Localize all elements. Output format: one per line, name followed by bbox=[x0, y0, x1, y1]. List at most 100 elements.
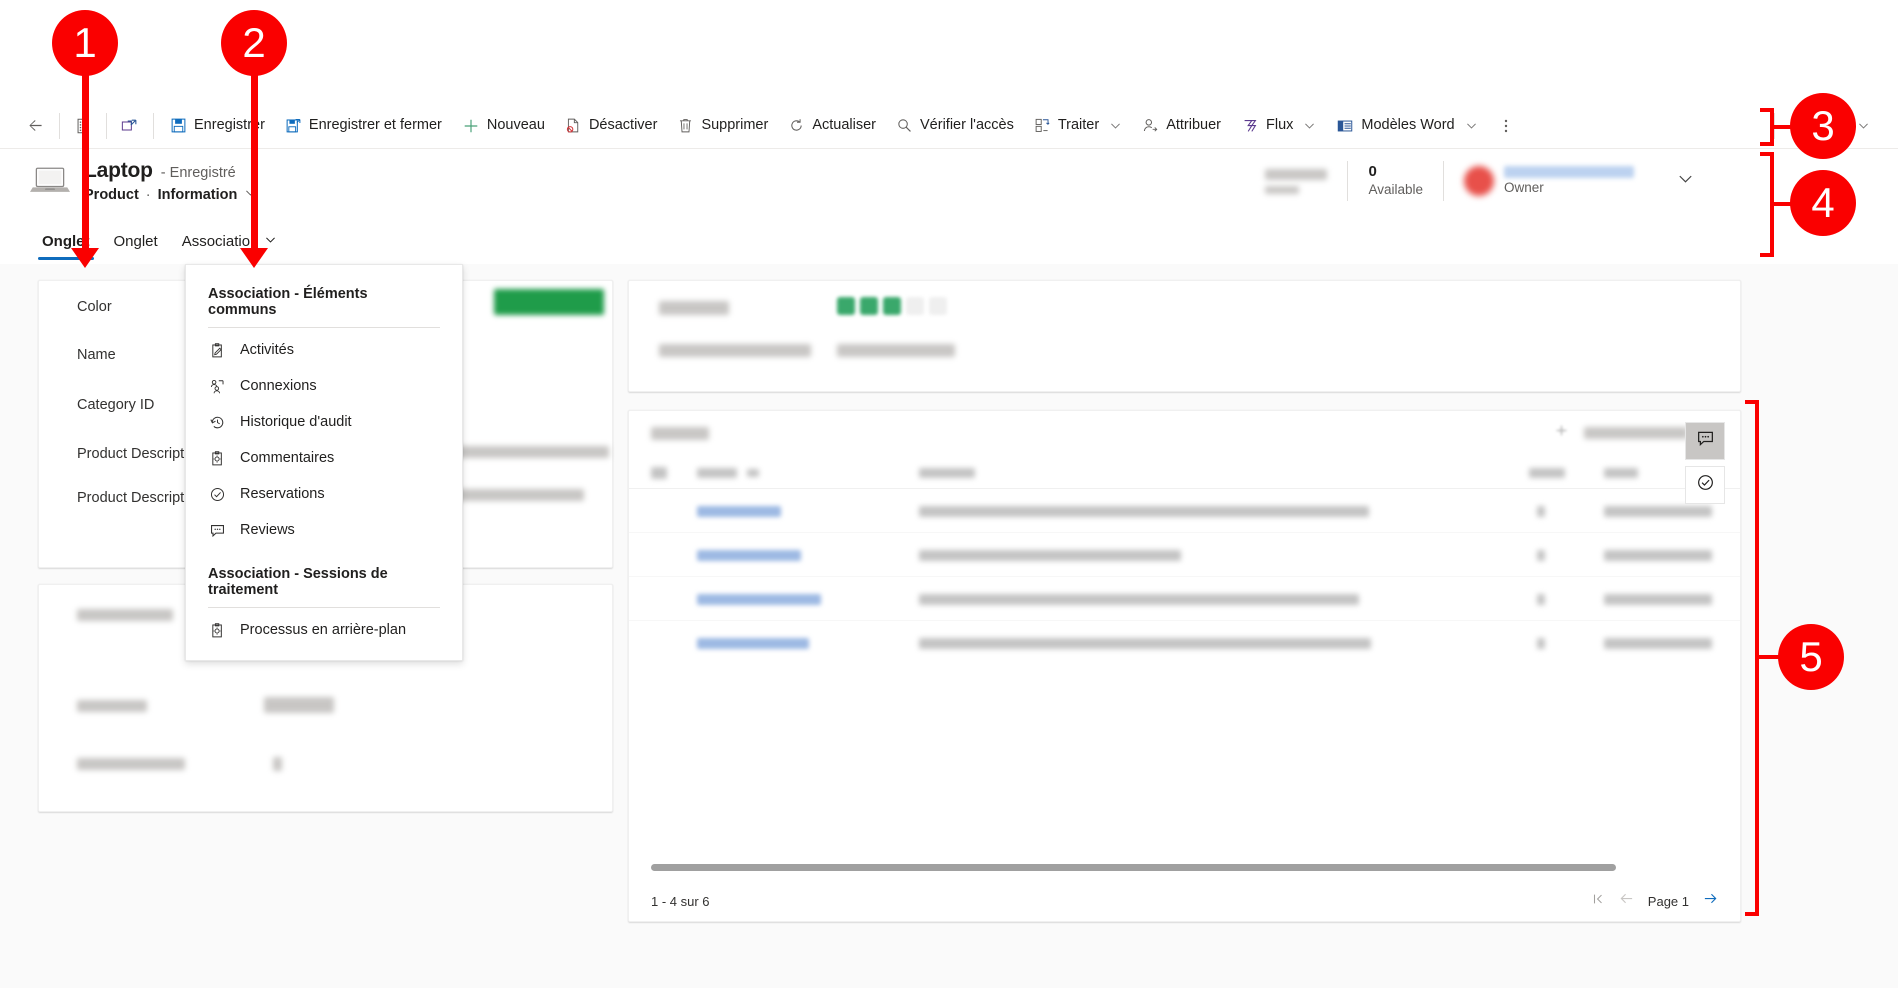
divider bbox=[59, 112, 60, 139]
row-name-link[interactable] bbox=[697, 594, 821, 605]
row-name-link[interactable] bbox=[697, 638, 809, 649]
table-row[interactable] bbox=[629, 533, 1740, 577]
save-icon bbox=[170, 117, 187, 134]
field-label-name: Name bbox=[77, 347, 116, 363]
column-header-name-sort-icon[interactable] bbox=[747, 469, 759, 477]
word-templates-button[interactable]: Modèles Word bbox=[1326, 108, 1487, 144]
menu-item-label: Activités bbox=[240, 342, 294, 358]
chevron-down-icon[interactable] bbox=[264, 233, 277, 250]
menu-item-connexions[interactable]: Connexions bbox=[186, 368, 462, 404]
callout-2-stem bbox=[251, 56, 258, 256]
overflow-menu-button[interactable] bbox=[1488, 108, 1524, 144]
owner-name-blurred[interactable] bbox=[1504, 165, 1634, 178]
form-tab-strip: Onglet Onglet Association bbox=[0, 222, 1898, 260]
table-row[interactable] bbox=[629, 489, 1740, 533]
row-rating bbox=[1537, 594, 1545, 605]
form-selector-label[interactable]: Information bbox=[158, 187, 238, 203]
plus-icon bbox=[462, 117, 480, 135]
header-expand-button[interactable] bbox=[1650, 169, 1713, 193]
field-label-blurred-2 bbox=[77, 700, 147, 712]
owner-role-label: Owner bbox=[1504, 179, 1544, 195]
row-comment bbox=[919, 594, 1359, 605]
tab-association[interactable]: Association bbox=[170, 224, 290, 258]
menu-item-label: Processus en arrière-plan bbox=[240, 622, 407, 638]
add-new-record-icon[interactable] bbox=[1555, 424, 1568, 442]
chevron-down-icon[interactable] bbox=[1857, 119, 1870, 132]
back-button[interactable] bbox=[18, 108, 53, 144]
callout-4: 4 bbox=[1790, 170, 1856, 236]
reviews-subgrid-card: 1 - 4 sur 6 Page 1 bbox=[628, 410, 1741, 922]
entity-label: Product bbox=[84, 186, 139, 203]
owner-field[interactable]: Owner bbox=[1443, 161, 1650, 201]
chevron-down-icon[interactable] bbox=[1109, 119, 1122, 132]
field-value-blurred-2[interactable] bbox=[264, 697, 334, 713]
assign-button[interactable]: Attribuer bbox=[1132, 108, 1231, 144]
save-and-close-button[interactable]: Enregistrer et fermer bbox=[275, 108, 452, 144]
previous-page-arrow-icon[interactable] bbox=[1619, 891, 1634, 911]
column-header-name[interactable] bbox=[697, 468, 737, 478]
callout-1-stem bbox=[82, 56, 89, 256]
new-label: Nouveau bbox=[486, 117, 545, 134]
row-name-link[interactable] bbox=[697, 506, 781, 517]
subgrid-title-blurred bbox=[651, 426, 709, 440]
field-label-product-description-1: Product Descripti bbox=[77, 446, 188, 462]
table-row[interactable] bbox=[629, 577, 1740, 621]
callout-3: 3 bbox=[1790, 93, 1856, 159]
back-arrow-icon bbox=[26, 116, 45, 135]
menu-item-activites[interactable]: Activités bbox=[186, 332, 462, 368]
new-button[interactable]: Nouveau bbox=[452, 108, 555, 144]
row-rating bbox=[1537, 638, 1545, 649]
menu-item-reservations[interactable]: Reservations bbox=[186, 476, 462, 512]
table-row[interactable] bbox=[629, 621, 1740, 665]
delete-button[interactable]: Supprimer bbox=[667, 108, 778, 144]
menu-item-commentaires[interactable]: Commentaires bbox=[186, 440, 462, 476]
activity-icon bbox=[208, 342, 226, 359]
side-tab-reservations[interactable] bbox=[1685, 466, 1725, 504]
rating-dot-empty bbox=[929, 297, 947, 315]
menu-item-reviews[interactable]: Reviews bbox=[186, 512, 462, 548]
chevron-down-icon[interactable] bbox=[1303, 119, 1316, 132]
chevron-down-icon[interactable] bbox=[1465, 119, 1478, 132]
open-in-new-window-button[interactable] bbox=[113, 108, 147, 144]
menu-divider bbox=[208, 327, 440, 328]
callout-1: 1 bbox=[52, 10, 118, 76]
check-access-button[interactable]: Vérifier l'accès bbox=[886, 108, 1024, 144]
side-tab-reviews[interactable] bbox=[1685, 422, 1725, 460]
chevron-down-icon bbox=[1676, 175, 1695, 192]
menu-item-label: Connexions bbox=[240, 378, 317, 394]
field-value-blurred-3[interactable] bbox=[273, 757, 282, 771]
menu-item-label: Historique d'audit bbox=[240, 414, 352, 430]
save-and-close-label: Enregistrer et fermer bbox=[308, 117, 442, 134]
new-record-label-blurred[interactable] bbox=[1584, 427, 1688, 439]
color-value-blurred[interactable] bbox=[494, 289, 604, 315]
assign-label: Attribuer bbox=[1166, 117, 1221, 134]
column-header-rating[interactable] bbox=[1529, 468, 1565, 478]
breadcrumb-separator: · bbox=[145, 186, 151, 203]
row-comment bbox=[919, 638, 1371, 649]
tab-onglet-2[interactable]: Onglet bbox=[102, 224, 170, 258]
select-all-checkbox[interactable] bbox=[651, 467, 667, 479]
field-label-category-id: Category ID bbox=[77, 397, 155, 413]
first-page-icon[interactable] bbox=[1591, 892, 1605, 911]
flow-button[interactable]: Flux bbox=[1231, 108, 1326, 144]
subgrid-footer: 1 - 4 sur 6 Page 1 bbox=[629, 881, 1740, 921]
column-header-comment[interactable] bbox=[919, 468, 975, 478]
refresh-button[interactable]: Actualiser bbox=[778, 108, 886, 144]
menu-group-title-common: Association - Éléments communs bbox=[208, 286, 368, 318]
menu-item-historique-audit[interactable]: Historique d'audit bbox=[186, 404, 462, 440]
record-save-state: - Enregistré bbox=[160, 165, 236, 181]
row-name-link[interactable] bbox=[697, 550, 801, 561]
check-access-icon bbox=[896, 117, 913, 134]
available-field: 0 Available bbox=[1347, 161, 1443, 201]
process-button[interactable]: Traiter bbox=[1024, 108, 1132, 144]
horizontal-scrollbar[interactable] bbox=[651, 864, 1616, 871]
next-page-arrow-icon[interactable] bbox=[1703, 891, 1718, 911]
rating-dot-empty bbox=[906, 297, 924, 315]
menu-item-processus-arriere-plan[interactable]: Processus en arrière-plan bbox=[186, 612, 462, 648]
deactivate-icon bbox=[565, 117, 582, 134]
deactivate-button[interactable]: Désactiver bbox=[555, 108, 668, 144]
column-header-date[interactable] bbox=[1604, 468, 1638, 478]
word-templates-label: Modèles Word bbox=[1361, 117, 1455, 134]
pagination-controls: Page 1 bbox=[1591, 891, 1718, 911]
page-title: Laptop bbox=[84, 159, 153, 182]
